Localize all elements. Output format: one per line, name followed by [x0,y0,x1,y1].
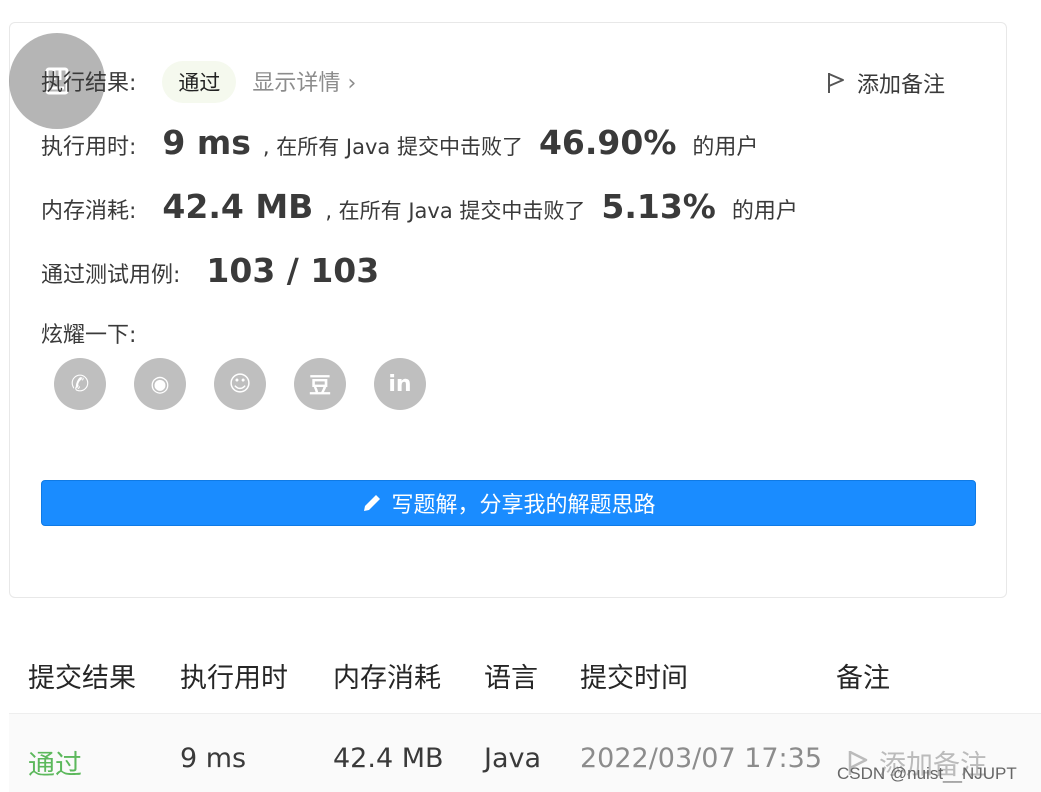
share-wechat-button[interactable]: ✆ [54,358,106,410]
header-time: 提交时间 [580,663,688,694]
header-language: 语言 [484,663,538,694]
watermark: CSDN @nuist__NJUPT [837,764,1017,783]
result-label: 执行结果: [41,71,137,96]
chevron-right-icon: › [347,71,357,96]
memory-beat-text: , 在所有 Java 提交中击败了 [325,199,586,223]
share-label: 炫耀一下: [41,323,137,348]
memory-value: 42.4 MB [162,187,314,226]
write-solution-label: 写题解，分享我的解题思路 [391,493,656,518]
show-details-label: 显示详情 [252,71,341,96]
header-status: 提交结果 [28,663,136,694]
share-linkedin-button[interactable]: in [374,358,426,410]
share-weibo-button[interactable]: ◉ [134,358,186,410]
show-details-link[interactable]: 显示详情 › [252,65,356,97]
memory-users-text: 的用户 [731,199,798,224]
header-note: 备注 [836,663,890,694]
row-memory: 42.4 MB [333,743,444,774]
wechat-icon: ✆ [70,371,90,397]
memory-percent: 5.13% [601,187,716,226]
runtime-users-text: 的用户 [692,135,759,160]
douban-icon: 豆 [308,374,331,399]
row-time: 2022/03/07 17:35 [580,743,823,774]
row-runtime: 9 ms [180,743,247,774]
runtime-row: 执行用时: 9 ms , 在所有 Java 提交中击败了 46.90% 的用户 [41,123,758,162]
linkedin-icon: in [388,371,412,397]
share-buttons: ✆ ◉ ☺ 豆 in [54,358,426,410]
write-solution-button[interactable]: 写题解，分享我的解题思路 [41,480,976,526]
testcases-row: 通过测试用例: 103 / 103 [41,251,379,290]
runtime-percent: 46.90% [538,123,677,162]
submission-result-card: 执行结果: 通过 显示详情 › 添加备注 执行用时: 9 ms , 在所有 Ja… [9,22,1007,598]
runtime-label: 执行用时: [41,135,137,160]
row-status-link[interactable]: 通过 [28,743,82,782]
weibo-icon: ◉ [150,371,170,397]
testcases-label: 通过测试用例: [41,263,181,288]
runtime-value: 9 ms [162,123,251,162]
share-qq-button[interactable]: ☺ [214,358,266,410]
testcases-value: 103 / 103 [206,251,380,290]
flag-icon [828,73,844,93]
add-note-label: 添加备注 [857,73,946,98]
header-memory: 内存消耗 [333,663,441,694]
pencil-icon [364,495,381,511]
runtime-beat-text: , 在所有 Java 提交中击败了 [262,135,523,159]
header-runtime: 执行用时 [180,663,288,694]
share-label-row: 炫耀一下: [41,317,136,349]
add-note-button[interactable]: 添加备注 [825,67,945,99]
share-douban-button[interactable]: 豆 [294,358,346,410]
row-language: Java [484,743,542,774]
status-badge: 通过 [162,61,237,103]
memory-row: 内存消耗: 42.4 MB , 在所有 Java 提交中击败了 5.13% 的用… [41,187,798,226]
result-row: 执行结果: 通过 显示详情 › [41,61,356,103]
memory-label: 内存消耗: [41,199,137,224]
qq-icon: ☺ [228,371,252,397]
